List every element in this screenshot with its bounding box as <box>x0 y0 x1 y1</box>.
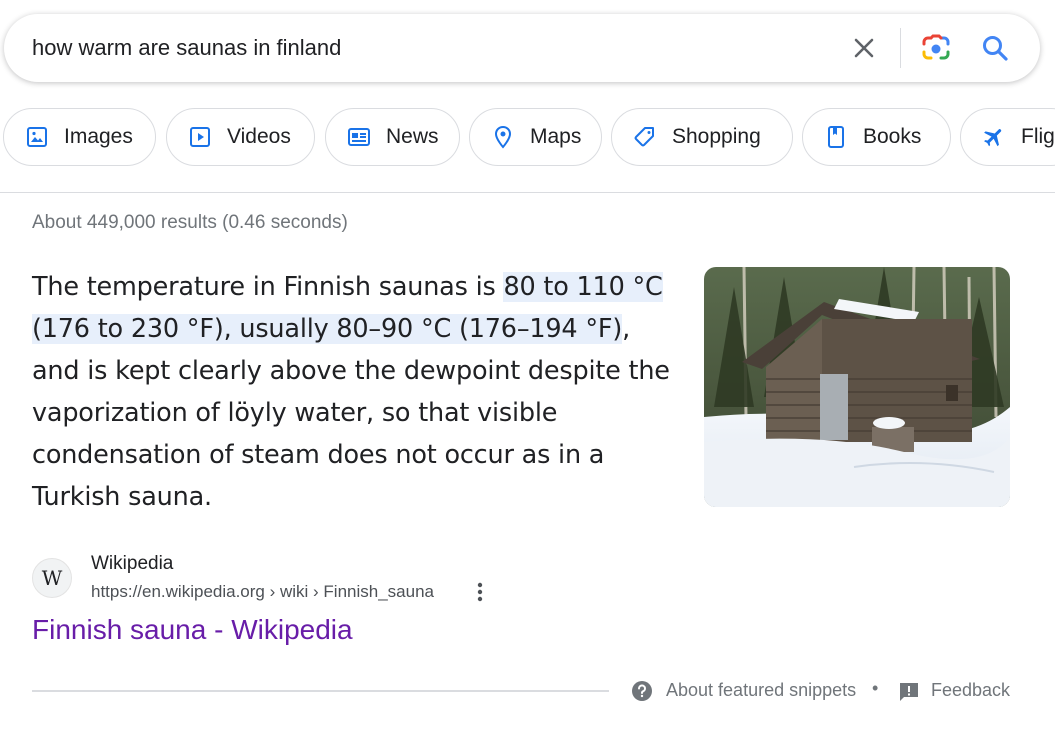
chip-images[interactable]: Images <box>3 108 156 166</box>
tag-icon <box>632 124 658 150</box>
search-divider <box>900 28 901 68</box>
result-title-link[interactable]: Finnish sauna - Wikipedia <box>32 614 353 646</box>
chip-label: Books <box>863 125 922 148</box>
snippet-image[interactable] <box>704 267 1010 507</box>
chip-label: Videos <box>227 125 291 148</box>
search-icon[interactable] <box>981 34 1009 62</box>
result-stats: About 449,000 results (0.46 seconds) <box>32 212 348 233</box>
chip-label: Shopping <box>672 125 761 148</box>
help-icon <box>631 680 653 702</box>
chip-news[interactable]: News <box>325 108 460 166</box>
featured-snippet-text: The temperature in Finnish saunas is 80 … <box>32 266 672 518</box>
chip-maps[interactable]: Maps <box>469 108 602 166</box>
chip-shopping[interactable]: Shopping <box>611 108 793 166</box>
source-site-name[interactable]: Wikipedia <box>91 553 173 575</box>
chip-label: Flig <box>1021 125 1055 148</box>
image-icon <box>24 124 50 150</box>
chip-flights[interactable]: Flig <box>960 108 1055 166</box>
divider <box>32 690 609 692</box>
feedback-link[interactable]: Feedback <box>931 680 1010 701</box>
airplane-icon <box>981 124 1007 150</box>
close-icon[interactable] <box>850 34 878 62</box>
separator-dot: • <box>872 678 879 698</box>
news-icon <box>346 124 372 150</box>
chip-books[interactable]: Books <box>802 108 951 166</box>
map-pin-icon <box>490 124 516 150</box>
filter-chips: Images Videos News Maps Shopping Books F… <box>0 108 1055 168</box>
divider <box>0 192 1055 193</box>
book-icon <box>823 124 849 150</box>
chip-label: Images <box>64 125 133 148</box>
video-icon <box>187 124 213 150</box>
search-input[interactable] <box>32 14 812 82</box>
snippet-text-before: The temperature in Finnish saunas is <box>32 272 504 302</box>
search-bar <box>4 14 1040 82</box>
feedback-icon[interactable] <box>898 681 920 703</box>
chip-label: Maps <box>530 125 582 148</box>
chip-videos[interactable]: Videos <box>166 108 315 166</box>
about-featured-snippets-link[interactable]: About featured snippets <box>666 680 856 701</box>
google-lens-icon[interactable] <box>920 34 950 62</box>
wikipedia-favicon[interactable]: W <box>32 558 72 598</box>
chip-label: News <box>386 125 439 148</box>
more-options-icon[interactable] <box>468 580 492 604</box>
source-url: https://en.wikipedia.org › wiki › Finnis… <box>91 582 434 601</box>
